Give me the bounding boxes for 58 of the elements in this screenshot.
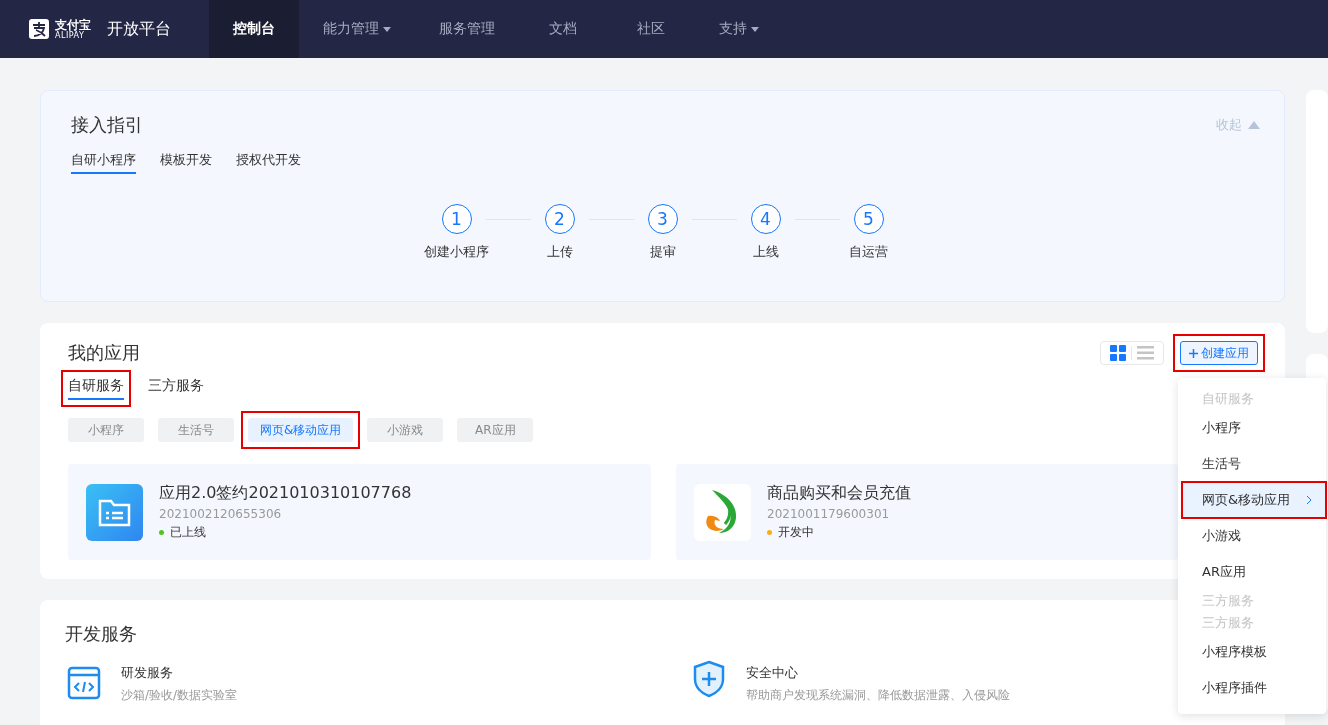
app-status: 已上线 bbox=[170, 524, 206, 541]
menu-item[interactable]: 小游戏 bbox=[1178, 518, 1326, 554]
step-label: 提审 bbox=[649, 243, 676, 261]
service-title[interactable]: 安全中心 bbox=[746, 664, 1010, 682]
menu-item[interactable]: 网页&移动应用 bbox=[1182, 482, 1326, 518]
section-title: 开发服务 bbox=[65, 623, 137, 644]
app-name: 应用2.0签约2021010310107768 bbox=[159, 483, 412, 504]
filter-chip[interactable]: 网页&移动应用 bbox=[248, 418, 354, 442]
step-label: 上线 bbox=[752, 243, 779, 261]
nav-item[interactable]: 文档 bbox=[519, 0, 607, 58]
guide-tab[interactable]: 授权代开发 bbox=[236, 151, 301, 174]
menu-item[interactable]: 生活号 bbox=[1178, 446, 1326, 482]
nav-item[interactable]: 支持 bbox=[695, 0, 783, 58]
menu-item[interactable]: 小程序 bbox=[1178, 410, 1326, 446]
plus-icon bbox=[1189, 348, 1198, 358]
step-number: 4 bbox=[750, 204, 781, 234]
step-label: 自运营 bbox=[849, 243, 888, 261]
app-status: 开发中 bbox=[778, 524, 814, 541]
list-icon bbox=[1137, 346, 1154, 360]
step-number: 1 bbox=[441, 204, 472, 234]
grid-icon bbox=[1110, 345, 1126, 361]
app-id: 2021002120655306 bbox=[159, 507, 283, 521]
service-tab[interactable]: 三方服务 bbox=[148, 377, 204, 400]
create-app-button[interactable]: 创建应用 bbox=[1180, 341, 1258, 365]
nav-item[interactable]: 服务管理 bbox=[415, 0, 519, 58]
menu-item[interactable]: AR应用 bbox=[1178, 554, 1326, 590]
nav-item[interactable]: 控制台 bbox=[209, 0, 299, 58]
step-number: 5 bbox=[853, 204, 884, 234]
code-window-icon bbox=[67, 666, 101, 700]
service-title[interactable]: 研发服务 bbox=[121, 664, 238, 682]
service-description: 帮助商户发现系统漏洞、降低数据泄露、入侵风险 bbox=[746, 687, 1010, 704]
app-card[interactable]: 应用2.0签约2021010310107768 2021002120655306 已上线 bbox=[68, 464, 651, 560]
app-name: 商品购买和会员充值 bbox=[767, 483, 911, 504]
service-description: 沙箱/验收/数据实验室 bbox=[121, 687, 238, 704]
step-number: 3 bbox=[647, 204, 678, 234]
folder-document-icon bbox=[86, 483, 143, 541]
guide-tab[interactable]: 自研小程序 bbox=[71, 151, 136, 174]
menu-group-label: 自研服务 bbox=[1201, 390, 1255, 408]
brand-subtitle: ALIPAY bbox=[55, 31, 86, 40]
leaf-logo-icon bbox=[694, 483, 751, 541]
alipay-logo-icon bbox=[29, 19, 49, 39]
section-title: 我的应用 bbox=[68, 341, 140, 365]
step-label: 上传 bbox=[546, 243, 573, 261]
caret-up-icon bbox=[1248, 121, 1260, 129]
app-card[interactable]: 商品购买和会员充值 2021001179600301 开发中 bbox=[676, 464, 1178, 560]
step-number: 2 bbox=[544, 204, 575, 234]
brand-name: 支付宝 bbox=[55, 18, 91, 31]
app-id: 2021001179600301 bbox=[767, 507, 891, 521]
nav-item[interactable]: 能力管理 bbox=[299, 0, 415, 58]
nav-item[interactable]: 社区 bbox=[607, 0, 695, 58]
section-title: 接入指引 bbox=[71, 113, 143, 137]
menu-item[interactable]: 小程序插件 bbox=[1178, 670, 1326, 706]
guide-tab[interactable]: 模板开发 bbox=[160, 151, 212, 174]
service-tab[interactable]: 自研服务 bbox=[68, 377, 124, 400]
platform-title: 开放平台 bbox=[107, 18, 171, 40]
menu-item[interactable]: 小程序模板 bbox=[1178, 634, 1326, 670]
shield-plus-icon bbox=[692, 660, 726, 698]
step-label: 创建小程序 bbox=[424, 243, 489, 261]
